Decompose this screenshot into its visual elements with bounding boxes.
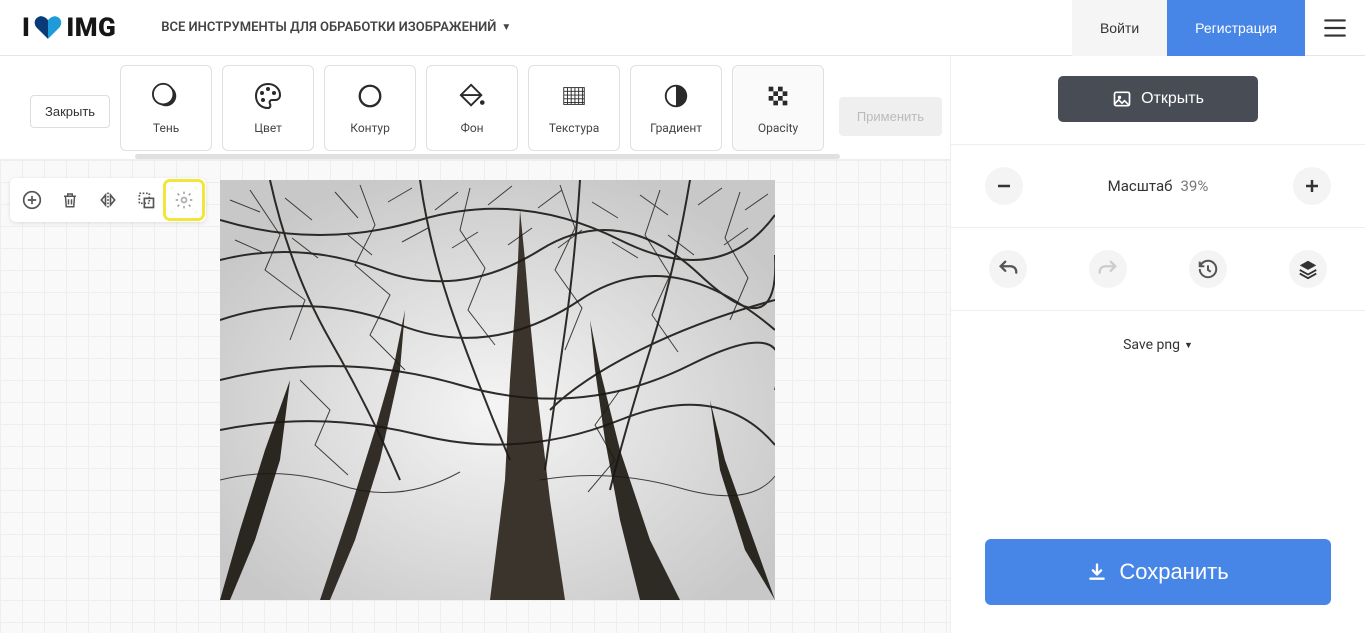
side-panel: Открыть Масштаб 39%	[950, 56, 1365, 633]
trash-icon	[61, 190, 79, 210]
add-button[interactable]	[14, 182, 50, 218]
heart-icon	[34, 16, 62, 40]
zoom-display: Масштаб 39%	[1108, 177, 1209, 195]
layers-icon	[1297, 258, 1319, 280]
zoom-in-button[interactable]	[1293, 167, 1331, 205]
main-content: Закрыть Тень Цвет	[0, 56, 1365, 633]
logo-text-prefix: I	[22, 13, 30, 43]
caret-down-icon: ▼	[501, 22, 511, 33]
paint-bucket-icon	[457, 81, 487, 111]
opacity-icon	[763, 81, 793, 111]
flip-icon	[98, 190, 118, 210]
redo-button[interactable]	[1089, 250, 1127, 288]
main-header: I IMG ВСЕ ИНСТРУМЕНТЫ ДЛЯ ОБРАБОТКИ ИЗОБ…	[0, 0, 1365, 56]
tool-label: Контур	[350, 121, 390, 135]
effect-tool-row: Тень Цвет Контур	[120, 65, 827, 159]
layers-button[interactable]	[128, 182, 164, 218]
hamburger-menu[interactable]	[1305, 0, 1365, 56]
tools-dropdown-label: ВСЕ ИНСТРУМЕНТЫ ДЛЯ ОБРАБОТКИ ИЗОБРАЖЕНИ…	[161, 20, 496, 35]
history-icon	[1197, 258, 1219, 280]
caret-down-icon: ▼	[1184, 340, 1193, 351]
tool-texture[interactable]: Текстура	[528, 65, 620, 151]
layers-panel-button[interactable]	[1289, 250, 1327, 288]
floating-toolbar	[10, 178, 206, 222]
login-button[interactable]: Войти	[1072, 0, 1167, 56]
tool-shadow[interactable]: Тень	[120, 65, 212, 151]
circle-outline-icon	[355, 81, 385, 111]
divider	[951, 227, 1365, 228]
canvas-image[interactable]	[220, 180, 775, 600]
plus-circle-icon	[22, 190, 42, 210]
palette-icon	[253, 81, 283, 111]
flip-button[interactable]	[90, 182, 126, 218]
save-button[interactable]: Сохранить	[985, 539, 1331, 605]
save-label: Сохранить	[1119, 559, 1228, 585]
tool-color[interactable]: Цвет	[222, 65, 314, 151]
delete-button[interactable]	[52, 182, 88, 218]
download-icon	[1087, 562, 1107, 582]
save-type-label: Save png	[1123, 337, 1180, 353]
zoom-controls: Масштаб 39%	[985, 167, 1331, 205]
history-button[interactable]	[1189, 250, 1227, 288]
undo-button[interactable]	[989, 250, 1027, 288]
header-actions: Войти Регистрация	[1072, 0, 1365, 56]
send-back-icon	[136, 190, 156, 210]
tool-background[interactable]: Фон	[426, 65, 518, 151]
image-icon	[1112, 89, 1132, 109]
zoom-out-button[interactable]	[985, 167, 1023, 205]
open-label: Открыть	[1141, 90, 1204, 108]
canvas-area[interactable]	[0, 160, 950, 633]
tool-label: Текстура	[549, 121, 599, 135]
gradient-icon	[661, 81, 691, 111]
plus-icon	[1304, 178, 1320, 194]
apply-button[interactable]: Применить	[839, 97, 942, 136]
toolbar-scrollbar[interactable]	[135, 154, 840, 159]
tool-outline[interactable]: Контур	[324, 65, 416, 151]
tool-label: Фон	[461, 121, 484, 135]
tool-label: Opacity	[758, 121, 798, 135]
editor-column: Закрыть Тень Цвет	[0, 56, 950, 633]
history-controls	[985, 250, 1331, 288]
register-button[interactable]: Регистрация	[1167, 0, 1305, 56]
tool-label: Тень	[153, 121, 179, 135]
redo-icon	[1097, 258, 1119, 280]
divider	[951, 310, 1365, 311]
tool-gradient[interactable]: Градиент	[630, 65, 722, 151]
zoom-value: 39%	[1180, 177, 1208, 195]
zoom-text: Масштаб	[1108, 177, 1173, 195]
minus-icon	[996, 178, 1012, 194]
effect-toolbar: Закрыть Тень Цвет	[0, 56, 950, 160]
logo[interactable]: I IMG	[22, 13, 116, 43]
texture-icon	[559, 81, 589, 111]
hamburger-icon	[1322, 15, 1348, 41]
undo-icon	[997, 258, 1019, 280]
shadow-icon	[151, 81, 181, 111]
close-button[interactable]: Закрыть	[30, 95, 110, 128]
logo-text-suffix: IMG	[66, 13, 116, 43]
tool-label: Градиент	[650, 121, 702, 135]
save-type-dropdown[interactable]: Save png ▼	[985, 337, 1331, 353]
open-button[interactable]: Открыть	[1058, 76, 1258, 122]
divider	[951, 144, 1365, 145]
tools-dropdown[interactable]: ВСЕ ИНСТРУМЕНТЫ ДЛЯ ОБРАБОТКИ ИЗОБРАЖЕНИ…	[161, 20, 511, 35]
tool-opacity[interactable]: Opacity	[732, 65, 824, 151]
tool-label: Цвет	[254, 121, 282, 135]
settings-button[interactable]	[166, 182, 202, 218]
gear-icon	[174, 190, 194, 210]
